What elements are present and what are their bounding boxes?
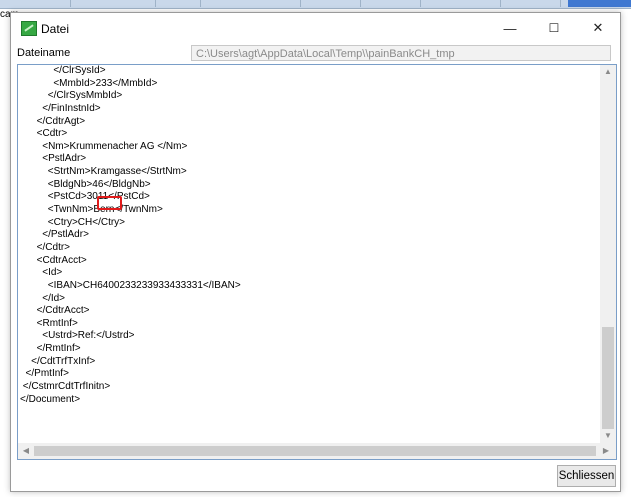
- vertical-scroll-thumb[interactable]: [602, 327, 614, 429]
- xml-line: <Nm>Krummenacher AG </Nm>: [20, 140, 188, 152]
- xml-line: </Cdtr>: [20, 241, 71, 253]
- xml-line: <Cdtr>: [20, 128, 68, 140]
- xml-line: </CdtTrfTxInf>: [20, 355, 96, 367]
- background-cell: [200, 0, 301, 7]
- schliessen-button[interactable]: Schliessen: [557, 465, 616, 487]
- highlight-marker-bldgnb: [97, 196, 122, 210]
- app-icon: [21, 21, 37, 36]
- background-app-strip: [0, 0, 631, 9]
- scroll-down-arrow-icon[interactable]: ▼: [600, 431, 616, 440]
- scroll-right-arrow-icon[interactable]: ▶: [598, 446, 614, 455]
- title-bar: Datei — ☐ ✕: [11, 13, 620, 43]
- xml-line: <CdtrAcct>: [20, 254, 87, 266]
- background-cell: [155, 0, 201, 7]
- xml-text-area[interactable]: </ClrSysId> <MmbId>233</MmbId> </ClrSysM…: [20, 65, 598, 443]
- xml-line: <IBAN>CH6400233233933433331</IBAN>: [20, 279, 241, 291]
- xml-line: </PmtInf>: [20, 368, 69, 380]
- xml-line: <PstlAdr>: [20, 153, 87, 165]
- xml-line: </CdtrAgt>: [20, 115, 86, 127]
- scroll-up-arrow-icon[interactable]: ▲: [600, 67, 616, 76]
- xml-line: <Ustrd>Ref:</Ustrd>: [20, 330, 135, 342]
- xml-line: </Id>: [20, 292, 66, 304]
- xml-line: <Ctry>CH</Ctry>: [20, 216, 126, 228]
- filename-label: Dateiname: [17, 47, 71, 59]
- horizontal-scrollbar[interactable]: ◀ ▶: [18, 443, 616, 459]
- xml-line: <Id>: [20, 267, 63, 279]
- xml-line: </PstlAdr>: [20, 229, 89, 241]
- background-cell-selected: [568, 0, 631, 7]
- vertical-scrollbar[interactable]: ▲ ▼: [600, 65, 616, 443]
- close-window-button[interactable]: ✕: [576, 13, 620, 43]
- background-cell: [70, 0, 156, 7]
- scroll-left-arrow-icon[interactable]: ◀: [18, 446, 34, 455]
- xml-line: </CdtrAcct>: [20, 305, 90, 317]
- xml-line: </RmtInf>: [20, 343, 81, 355]
- filename-row: Dateiname C:\Users\agt\AppData\Local\Tem…: [11, 45, 620, 63]
- xml-line: <MmbId>233</MmbId>: [20, 77, 158, 89]
- window-title: Datei: [41, 22, 70, 36]
- horizontal-scroll-thumb[interactable]: [34, 446, 596, 456]
- xml-line: <BldgNb>46</BldgNb>: [20, 178, 151, 190]
- xml-line: </FinInstnId>: [20, 102, 101, 114]
- xml-line: <RmtInf>: [20, 317, 78, 329]
- minimize-button[interactable]: —: [488, 13, 532, 43]
- xml-line: </Document>: [20, 393, 81, 405]
- maximize-button[interactable]: ☐: [532, 13, 576, 43]
- background-cell: [500, 0, 561, 7]
- xml-line: </ClrSysMmbId>: [20, 90, 123, 102]
- background-cell: [0, 0, 71, 7]
- datei-dialog: Datei — ☐ ✕ Dateiname C:\Users\agt\AppDa…: [10, 12, 621, 492]
- xml-viewer[interactable]: </ClrSysId> <MmbId>233</MmbId> </ClrSysM…: [17, 64, 617, 460]
- background-cell: [300, 0, 361, 7]
- xml-line: </CstmrCdtTrfInitn>: [20, 381, 111, 393]
- xml-line: <StrtNm>Kramgasse</StrtNm>: [20, 166, 187, 178]
- filename-field[interactable]: C:\Users\agt\AppData\Local\Temp\\painBan…: [191, 45, 611, 61]
- background-cell: [420, 0, 501, 7]
- xml-line: </ClrSysId>: [20, 65, 106, 76]
- background-cell: [360, 0, 421, 7]
